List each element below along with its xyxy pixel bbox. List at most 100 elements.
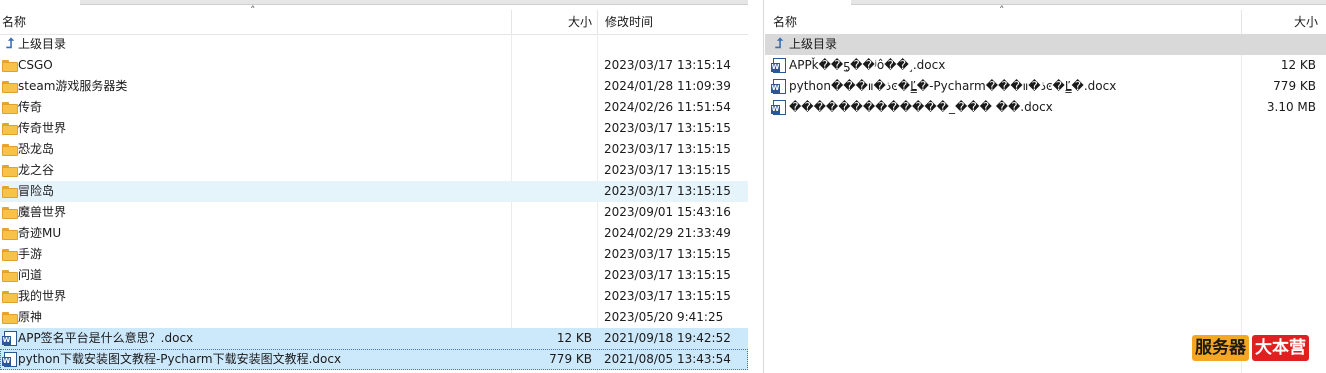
file-size [511,265,592,286]
file-name: APP签名平台是什么意思？.docx [18,331,194,345]
horizontal-scrollbar-top[interactable] [765,0,1326,10]
right-column-header: 名称 ˄ 大小 [765,4,1326,35]
file-size: 779 KB [549,352,592,366]
folder-icon [2,268,18,283]
file-name: 冒险岛 [18,184,55,198]
file-name: APPǩ��ƽ̨��ʲô��˼.docx [789,58,946,72]
file-size [511,118,592,139]
horizontal-scrollbar-top[interactable] [0,0,748,10]
folder-icon [2,247,18,262]
file-size [511,202,592,223]
file-size [511,286,592,307]
file-name: 魔兽世界 [18,205,67,219]
folder-row[interactable]: 原神 2023/05/20 9:41:25 [0,307,748,328]
folder-icon [2,289,18,304]
header-name[interactable]: 名称 [773,10,797,34]
watermark-logo: 服务器 大本营 [1192,335,1309,361]
file-size [511,244,592,265]
file-row[interactable]: W APPǩ��ƽ̨��ʲô��˼.docx 12 KB [765,55,1326,76]
file-name: �������������_��� ��.docx [789,100,1053,114]
file-name: 原神 [18,310,43,324]
file-size [511,307,592,328]
folder-row[interactable]: 恐龙岛 2023/03/17 13:15:15 [0,139,748,160]
file-size [511,223,592,244]
up-directory-icon: ⮥ [5,36,15,52]
file-size [511,97,592,118]
header-name[interactable]: 名称 [2,10,26,34]
header-size[interactable]: 大小 [511,10,592,34]
file-row[interactable]: W �������������_��� ��.docx 3.10 MB [765,97,1326,118]
folder-icon [2,184,18,199]
folder-row[interactable]: steam游戏服务器类 2024/01/28 11:09:39 [0,76,748,97]
up-directory-row[interactable]: ⮥ 上级目录 [765,34,1326,55]
folder-row[interactable]: 传奇 2024/02/26 11:51:54 [0,97,748,118]
folder-row[interactable]: 龙之谷 2023/03/17 13:15:15 [0,160,748,181]
folder-icon [2,310,18,325]
remote-file-pane[interactable]: 名称 ˄ 大小 ⮥ 上级目录 W APPǩ��ƽ̨��ʲô��˼.docx 12 KB W… [765,0,1326,373]
up-directory-row[interactable]: ⮥ 上级目录 [0,34,748,55]
folder-icon [2,100,18,115]
file-modified: 2023/03/17 13:15:15 [604,163,731,177]
folder-row[interactable]: 传奇世界 2023/03/17 13:15:15 [0,118,748,139]
file-name: 奇迹MU [18,226,62,240]
file-name: 恐龙岛 [18,142,55,156]
folder-icon [2,142,18,157]
word-document-icon: W [771,58,787,73]
file-name: 我的世界 [18,289,67,303]
file-modified: 2023/05/20 9:41:25 [604,310,724,324]
file-row[interactable]: Wpython下载安装图文教程-Pycharm下载安装图文教程.docx 779 … [0,349,748,370]
word-document-icon: W [771,79,787,94]
folder-row[interactable]: 问道 2023/03/17 13:15:15 [0,265,748,286]
file-modified: 2023/03/17 13:15:15 [604,184,731,198]
folder-row[interactable]: CSGO 2023/03/17 13:15:14 [0,55,748,76]
file-size: 779 KB [1273,79,1316,93]
folder-icon [2,226,18,241]
file-size: 12 KB [1280,58,1316,72]
header-modified[interactable]: 修改时间 [605,10,653,34]
left-column-header: 名称 ˄ 大小 修改时间 [0,4,748,35]
folder-icon [2,58,18,73]
file-modified: 2023/09/01 15:43:16 [604,205,731,219]
left-file-list: ⮥ 上级目录 CSGO 2023/03/17 13:15:14 steam游戏服务器类 2… [0,34,748,370]
file-modified: 2021/09/18 19:42:52 [604,331,731,345]
file-name: python下载安装图文教程-Pycharm下载安装图文教程.docx [18,352,342,366]
file-row[interactable]: Wpython���ذ�װͼ�Ľ̳�-Pycharm���ذ�װͼ�Ľ̳�.do… [765,76,1326,97]
folder-row[interactable]: 奇迹MU 2024/02/29 21:33:49 [0,223,748,244]
word-document-icon: W [2,331,18,346]
watermark-part1: 服务器 [1192,335,1249,361]
folder-row[interactable]: 手游 2023/03/17 13:15:15 [0,244,748,265]
up-directory-label: 上级目录 [789,37,838,51]
word-document-icon: W [2,352,18,367]
file-name: 传奇 [18,100,43,114]
file-name: CSGO [18,58,53,72]
folder-row[interactable]: 冒险岛 2023/03/17 13:15:15 [0,181,748,202]
sort-ascending-icon: ˄ [999,4,1005,17]
file-row[interactable]: W APP签名平台是什么意思？.docx 12 KB 2021/09/18 19:42… [0,328,748,349]
file-name: 传奇世界 [18,121,67,135]
up-directory-icon: ⮥ [774,36,784,52]
file-name: 手游 [18,247,43,261]
folder-row[interactable]: 魔兽世界 2023/09/01 15:43:16 [0,202,748,223]
file-size: 3.10 MB [1266,100,1316,114]
file-size [511,55,592,76]
right-file-list: ⮥ 上级目录 W APPǩ��ƽ̨��ʲô��˼.docx 12 KB Wpython��… [765,34,1326,118]
folder-row[interactable]: 我的世界 2023/03/17 13:15:15 [0,286,748,307]
file-modified: 2024/01/28 11:09:39 [604,79,731,93]
file-modified: 2024/02/29 21:33:49 [604,226,731,240]
file-modified: 2023/03/17 13:15:15 [604,121,731,135]
file-name: python���ذ�װͼ�Ľ̳�-Pycharm���ذ�װͼ�Ľ̳�.doc… [789,79,1117,93]
file-name: steam游戏服务器类 [18,79,128,93]
up-directory-label: 上级目录 [18,37,67,51]
folder-icon [2,79,18,94]
folder-icon [2,121,18,136]
file-modified: 2024/02/26 11:51:54 [604,100,731,114]
file-size [511,181,592,202]
header-size[interactable]: 大小 [1241,10,1318,34]
local-file-pane[interactable]: 名称 ˄ 大小 修改时间 ⮥ 上级目录 CSGO 2023/03/17 13:15:1… [0,0,749,373]
word-document-icon: W [771,100,787,115]
file-name: 问道 [18,268,43,282]
file-modified: 2023/03/17 13:15:14 [604,58,731,72]
file-size [511,160,592,181]
pane-splitter[interactable] [748,0,764,373]
folder-icon [2,205,18,220]
